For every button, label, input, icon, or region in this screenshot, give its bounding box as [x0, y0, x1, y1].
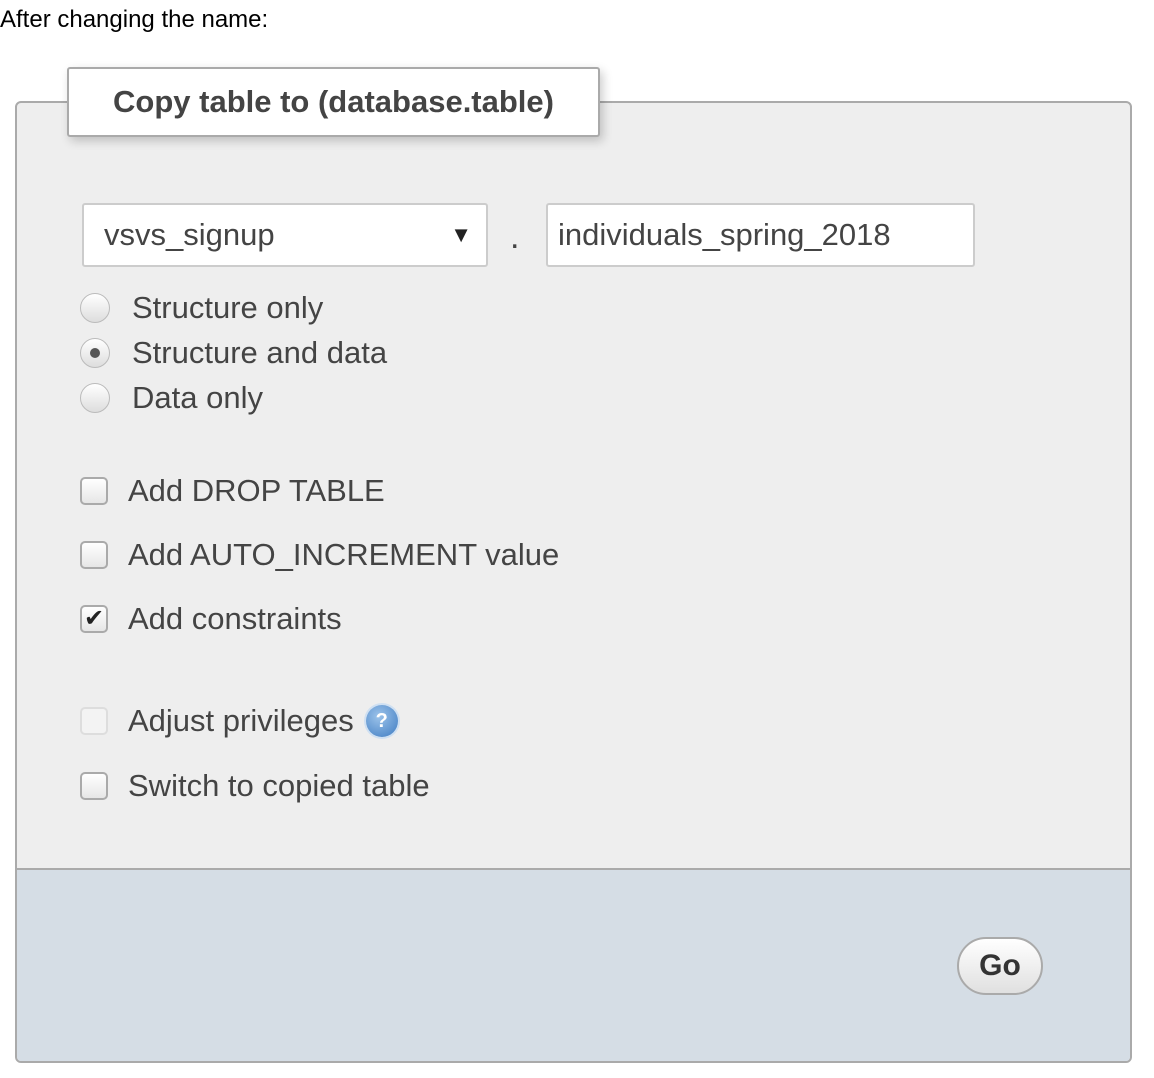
form-footer: Go: [17, 868, 1130, 1061]
checkbox-label: Adjust privileges: [128, 703, 354, 738]
checkbox-label: Add AUTO_INCREMENT value: [128, 537, 560, 572]
checkbox-adjust-privileges: Adjust privileges?: [80, 703, 398, 739]
radio-label: Data only: [132, 380, 263, 415]
database-select[interactable]: vsvs_signup ▼: [82, 203, 488, 267]
radio-structure-only[interactable]: Structure only: [80, 290, 323, 326]
radio-structure-and-data[interactable]: Structure and data: [80, 335, 387, 371]
table-name-input[interactable]: individuals_spring_2018: [546, 203, 975, 267]
checkbox[interactable]: [80, 772, 108, 800]
fieldset-legend: Copy table to (database.table): [67, 67, 600, 137]
radio-label: Structure and data: [132, 335, 388, 370]
checkbox-add-auto-increment[interactable]: Add AUTO_INCREMENT value: [80, 537, 559, 573]
database-select-value: vsvs_signup: [104, 217, 275, 252]
radio-label: Structure only: [132, 290, 324, 325]
checkbox-add-drop-table[interactable]: Add DROP TABLE: [80, 473, 385, 509]
checkbox-disabled: [80, 707, 108, 735]
checkbox-switch-to-copied-table[interactable]: Switch to copied table: [80, 768, 430, 804]
checkbox[interactable]: [80, 541, 108, 569]
go-button[interactable]: Go: [957, 937, 1043, 995]
radio-data-only[interactable]: Data only: [80, 380, 263, 416]
intro-text: After changing the name:: [0, 6, 269, 33]
checkbox-label: Add DROP TABLE: [128, 473, 385, 508]
checkbox-label: Switch to copied table: [128, 768, 430, 803]
checkbox[interactable]: [80, 477, 108, 505]
checkbox-label: Add constraints: [128, 601, 342, 636]
radio-button[interactable]: [80, 293, 110, 323]
separator-dot: .: [510, 218, 520, 256]
checkbox-checked[interactable]: ✔: [80, 605, 108, 633]
radio-button[interactable]: [80, 338, 110, 368]
dropdown-arrow-icon: ▼: [450, 222, 472, 247]
help-icon[interactable]: ?: [365, 705, 398, 737]
radio-button[interactable]: [80, 383, 110, 413]
checkbox-add-constraints[interactable]: ✔ Add constraints: [80, 601, 342, 637]
